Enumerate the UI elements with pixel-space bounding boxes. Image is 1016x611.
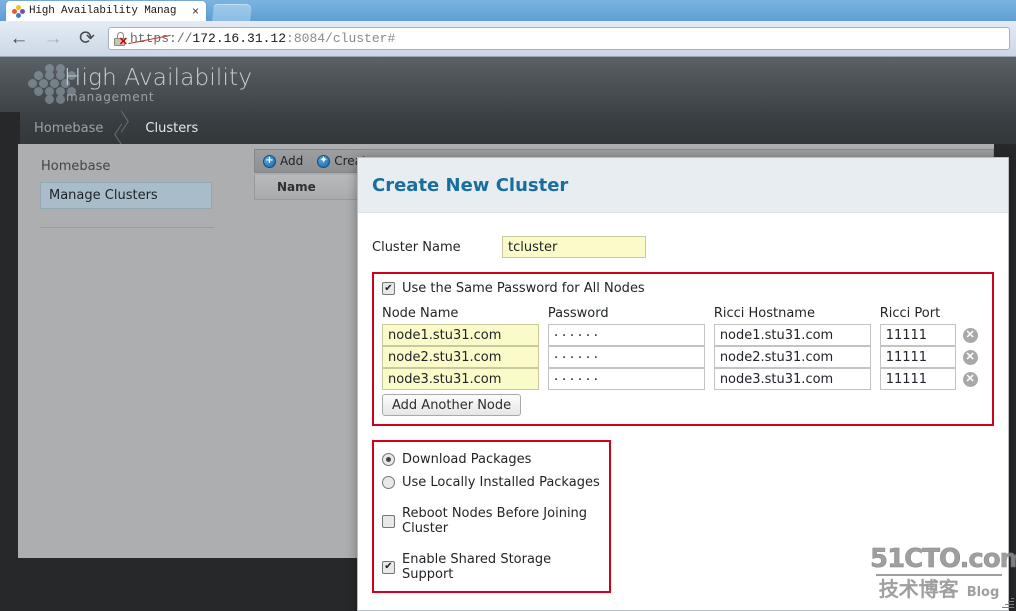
node-name-input-2[interactable]: node2.stu31.com (382, 346, 540, 368)
nodes-section-highlight: Use the Same Password for All Nodes Node… (372, 272, 994, 426)
chevron-right-icon (113, 112, 131, 144)
node-table-header-row: Node Name Password Ricci Hostname Ricci … (382, 306, 984, 324)
tab-close-icon[interactable]: × (189, 5, 202, 17)
same-password-label: Use the Same Password for All Nodes (402, 281, 645, 296)
dialog-header: Create New Cluster (358, 158, 1008, 213)
node-name-input-1[interactable]: node1.stu31.com (382, 324, 540, 346)
sidebar-item-manage-clusters[interactable]: Manage Clusters (40, 182, 212, 209)
table-row: node2.stu31.com ······ node2.stu31.com 1… (382, 346, 984, 368)
browser-tabstrip: High Availability Manag × (0, 0, 1016, 21)
address-bar[interactable]: ✕ https :// 172.16.31.12 :8084/cluster# (108, 27, 1010, 50)
broken-certificate-lock-icon[interactable]: ✕ (113, 31, 128, 48)
table-row: node1.stu31.com ······ node1.stu31.com 1… (382, 324, 984, 346)
table-row: node3.stu31.com ······ node3.stu31.com 1… (382, 368, 984, 390)
url-separator: :// (169, 31, 193, 46)
add-cluster-label: Add (280, 154, 304, 168)
url-path: :8084/cluster# (286, 31, 396, 46)
forward-button[interactable]: → (38, 24, 68, 54)
remove-node-icon-2[interactable]: ✕ (962, 349, 978, 365)
password-header: Password (547, 306, 609, 321)
same-password-checkbox[interactable] (382, 282, 395, 295)
ricci-hostname-header: Ricci Hostname (713, 306, 815, 321)
url-host: 172.16.31.12 (192, 31, 287, 46)
sidebar-heading: Homebase (41, 159, 111, 174)
remove-node-icon-3[interactable]: ✕ (962, 371, 978, 387)
reload-button[interactable]: ⟳ (72, 24, 102, 54)
download-packages-radio[interactable] (382, 453, 395, 466)
use-local-packages-radio[interactable] (382, 476, 395, 489)
download-packages-row[interactable]: Download Packages (382, 452, 601, 467)
browser-chrome: High Availability Manag × ← → ⟳ ✕ https … (0, 0, 1016, 57)
reboot-nodes-label: Reboot Nodes Before Joining Cluster (402, 506, 588, 536)
column-header-name[interactable]: Name (255, 180, 316, 194)
use-local-packages-label: Use Locally Installed Packages (402, 475, 600, 490)
node-name-input-3[interactable]: node3.stu31.com (382, 368, 540, 390)
reboot-nodes-row[interactable]: Reboot Nodes Before Joining Cluster (382, 506, 601, 536)
shared-storage-checkbox[interactable] (382, 560, 395, 574)
ricci-port-input-2[interactable]: 11111 (879, 346, 957, 368)
browser-tab-title: High Availability Manag (29, 5, 177, 17)
options-section-highlight: Download Packages Use Locally Installed … (372, 440, 611, 593)
sidebar-item-label: Manage Clusters (49, 188, 158, 203)
password-input-1[interactable]: ······ (554, 328, 602, 344)
ricci-hostname-input-2[interactable]: node2.stu31.com (713, 346, 872, 368)
url-scheme: https (128, 31, 171, 46)
ricci-hostname-input-1[interactable]: node1.stu31.com (713, 324, 872, 346)
password-input-3[interactable]: ······ (554, 372, 602, 388)
resize-grip-icon[interactable] (1001, 596, 1014, 609)
cluster-name-label: Cluster Name (372, 239, 461, 255)
remove-node-icon-1[interactable]: ✕ (962, 327, 978, 343)
ricci-port-input-1[interactable]: 11111 (879, 324, 957, 346)
cert-error-x-icon: ✕ (118, 35, 128, 48)
add-another-node-button[interactable]: Add Another Node (382, 394, 522, 416)
ricci-port-input-3[interactable]: 11111 (879, 368, 957, 390)
back-button[interactable]: ← (4, 24, 34, 54)
node-table: Node Name Password Ricci Hostname Ricci … (382, 306, 984, 390)
sidebar: Homebase Manage Clusters (18, 144, 234, 558)
add-cluster-button[interactable]: + Add (263, 154, 303, 168)
browser-toolbar: ← → ⟳ ✕ https :// 172.16.31.12 :8084/clu… (0, 21, 1016, 57)
cluster-name-row: Cluster Name tcluster (372, 236, 994, 258)
breadcrumb-item-homebase[interactable]: Homebase (20, 112, 113, 144)
ricci-hostname-input-3[interactable]: node3.stu31.com (713, 368, 872, 390)
star-circle-icon: ✦ (317, 154, 331, 168)
create-new-cluster-dialog: Create New Cluster Cluster Name tcluster… (357, 157, 1009, 611)
plus-circle-icon: + (263, 154, 276, 168)
app-header: High Availability management (0, 57, 1016, 112)
ricci-port-header: Ricci Port (879, 306, 941, 321)
favicon-icon (12, 4, 25, 18)
shared-storage-label: Enable Shared Storage Support (402, 552, 552, 582)
same-password-row[interactable]: Use the Same Password for All Nodes (382, 281, 984, 296)
password-input-2[interactable]: ······ (554, 350, 602, 366)
dialog-body: Cluster Name tcluster Use the Same Passw… (358, 236, 1008, 610)
page-title: High Availability (64, 65, 253, 91)
cluster-name-input[interactable]: tcluster (502, 236, 646, 258)
new-tab-button[interactable] (212, 4, 252, 21)
reboot-nodes-checkbox[interactable] (382, 514, 395, 528)
shared-storage-row[interactable]: Enable Shared Storage Support (382, 552, 601, 582)
breadcrumb-item-clusters[interactable]: Clusters (131, 112, 208, 144)
dialog-title: Create New Cluster (372, 174, 569, 196)
sidebar-divider (40, 227, 214, 228)
node-name-header: Node Name (382, 306, 459, 321)
use-local-packages-row[interactable]: Use Locally Installed Packages (382, 475, 601, 490)
download-packages-label: Download Packages (402, 452, 532, 467)
browser-tab-active[interactable]: High Availability Manag × (6, 1, 206, 21)
page-viewport: High Availability management Homebase Cl… (0, 57, 1016, 611)
breadcrumb: Homebase Clusters (0, 112, 1016, 144)
page-subtitle: management (66, 90, 155, 104)
